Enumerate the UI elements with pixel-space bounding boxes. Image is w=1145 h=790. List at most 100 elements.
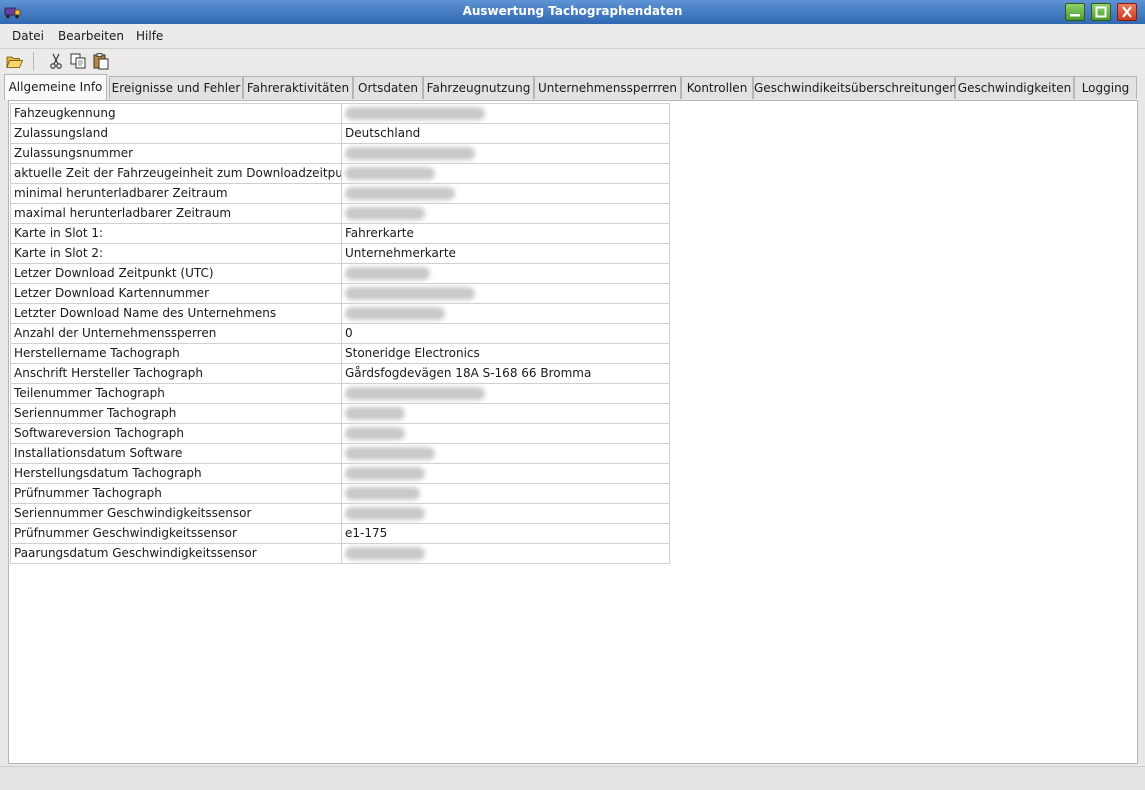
row-value	[341, 543, 670, 564]
row-label: Prüfnummer Tachograph	[10, 483, 342, 504]
row-value	[341, 403, 670, 424]
row-label: Letzter Download Name des Unternehmens	[10, 303, 342, 324]
row-label: Seriennummer Geschwindigkeitssensor	[10, 503, 342, 524]
table-row[interactable]: Zulassungsnummer	[10, 143, 670, 164]
row-value: 0	[341, 323, 670, 344]
row-value	[341, 423, 670, 444]
table-row[interactable]: Letzter Download Name des Unternehmens	[10, 303, 670, 324]
tab-geschwindigkeitsueberschreitungen[interactable]: Geschwindikeitsüberschreitungen	[753, 76, 957, 99]
paste-icon[interactable]	[92, 52, 110, 70]
table-row[interactable]: Letzer Download Zeitpunkt (UTC)	[10, 263, 670, 284]
close-icon	[1122, 6, 1132, 18]
tab-bar: Allgemeine Info Ereignisse und Fehler Fa…	[4, 74, 1138, 100]
table-row[interactable]: maximal herunterladbarer Zeitraum	[10, 203, 670, 224]
toolbar-separator	[33, 52, 34, 71]
row-value: Stoneridge Electronics	[341, 343, 670, 364]
row-value	[341, 203, 670, 224]
row-value: Deutschland	[341, 123, 670, 144]
table-row[interactable]: Fahzeugkennung	[10, 103, 670, 124]
row-label: Teilenummer Tachograph	[10, 383, 342, 404]
row-value: e1-175	[341, 523, 670, 544]
row-label: Paarungsdatum Geschwindigkeitssensor	[10, 543, 342, 564]
row-label: Herstellungsdatum Tachograph	[10, 463, 342, 484]
table-row[interactable]: minimal herunterladbarer Zeitraum	[10, 183, 670, 204]
table-row[interactable]: Installationsdatum Software	[10, 443, 670, 464]
cut-icon[interactable]	[47, 52, 65, 70]
row-value: Gårdsfogdevägen 18A S-168 66 Bromma	[341, 363, 670, 384]
redacted-value	[345, 287, 475, 300]
row-value: Fahrerkarte	[341, 223, 670, 244]
row-label: Anschrift Hersteller Tachograph	[10, 363, 342, 384]
row-label: Softwareversion Tachograph	[10, 423, 342, 444]
row-value	[341, 263, 670, 284]
table-row[interactable]: Prüfnummer Tachograph	[10, 483, 670, 504]
row-label: Installationsdatum Software	[10, 443, 342, 464]
menu-datei[interactable]: Datei	[12, 29, 44, 43]
copy-icon[interactable]	[69, 52, 87, 70]
table-row[interactable]: Herstellungsdatum Tachograph	[10, 463, 670, 484]
info-panel: Fahzeugkennung Zulassungsland Deutschland Z…	[8, 100, 1138, 764]
table-row[interactable]: Anzahl der Unternehmenssperren 0	[10, 323, 670, 344]
row-label: aktuelle Zeit der Fahrzeugeinheit zum Do…	[10, 163, 342, 184]
row-label: minimal herunterladbarer Zeitraum	[10, 183, 342, 204]
tab-logging[interactable]: Logging	[1074, 76, 1137, 99]
tab-ereignisse-und-fehler[interactable]: Ereignisse und Fehler	[109, 76, 243, 99]
minimize-button[interactable]	[1065, 3, 1085, 21]
menu-bearbeiten[interactable]: Bearbeiten	[58, 29, 124, 43]
table-row[interactable]: Zulassungsland Deutschland	[10, 123, 670, 144]
row-label: Herstellername Tachograph	[10, 343, 342, 364]
table-row[interactable]: Karte in Slot 2: Unternehmerkarte	[10, 243, 670, 264]
tab-kontrollen[interactable]: Kontrollen	[681, 76, 753, 99]
row-value	[341, 383, 670, 404]
tab-geschwindigkeiten[interactable]: Geschwindigkeiten	[955, 76, 1074, 99]
table-row[interactable]: Softwareversion Tachograph	[10, 423, 670, 444]
row-value	[341, 503, 670, 524]
table-row[interactable]: aktuelle Zeit der Fahrzeugeinheit zum Do…	[10, 163, 670, 184]
maximize-icon	[1095, 6, 1107, 18]
row-label: Prüfnummer Geschwindigkeitssensor	[10, 523, 342, 544]
close-button[interactable]	[1117, 3, 1137, 21]
redacted-value	[345, 467, 425, 480]
table-row[interactable]: Paarungsdatum Geschwindigkeitssensor	[10, 543, 670, 564]
title-bar[interactable]: Auswertung Tachographendaten	[0, 0, 1145, 24]
minimize-icon	[1070, 14, 1080, 17]
menu-hilfe[interactable]: Hilfe	[136, 29, 163, 43]
tab-allgemeine-info[interactable]: Allgemeine Info	[4, 74, 107, 100]
table-row[interactable]: Letzer Download Kartennummer	[10, 283, 670, 304]
row-value	[341, 103, 670, 124]
table-row[interactable]: Herstellername Tachograph Stoneridge Elec…	[10, 343, 670, 364]
row-value: Unternehmerkarte	[341, 243, 670, 264]
row-label: Karte in Slot 2:	[10, 243, 342, 264]
redacted-value	[345, 447, 435, 460]
redacted-value	[345, 427, 405, 440]
row-label: Karte in Slot 1:	[10, 223, 342, 244]
table-row[interactable]: Prüfnummer Geschwindigkeitssensor e1-175	[10, 523, 670, 544]
tab-fahrzeugnutzung[interactable]: Fahrzeugnutzung	[423, 76, 534, 99]
table-row[interactable]: Teilenummer Tachograph	[10, 383, 670, 404]
table-row[interactable]: Anschrift Hersteller Tachograph Gårdsfogd…	[10, 363, 670, 384]
toolbar	[0, 49, 1145, 74]
row-value	[341, 163, 670, 184]
tab-ortsdaten[interactable]: Ortsdaten	[353, 76, 423, 99]
tab-fahreraktivitaeten[interactable]: Fahreraktivitäten	[243, 76, 353, 99]
table-row[interactable]: Seriennummer Tachograph	[10, 403, 670, 424]
maximize-button[interactable]	[1091, 3, 1111, 21]
redacted-value	[345, 507, 425, 520]
redacted-value	[345, 307, 445, 320]
redacted-value	[345, 107, 485, 120]
table-row[interactable]: Karte in Slot 1: Fahrerkarte	[10, 223, 670, 244]
open-folder-icon[interactable]	[6, 52, 24, 70]
row-label: Fahzeugkennung	[10, 103, 342, 124]
redacted-value	[345, 547, 425, 560]
table-row[interactable]: Seriennummer Geschwindigkeitssensor	[10, 503, 670, 524]
row-label: Zulassungsnummer	[10, 143, 342, 164]
status-bar	[0, 766, 1145, 790]
tab-unternehmenssperren[interactable]: Unternehmenssperrren	[534, 76, 681, 99]
redacted-value	[345, 167, 435, 180]
row-label: Seriennummer Tachograph	[10, 403, 342, 424]
row-value	[341, 483, 670, 504]
redacted-value	[345, 407, 405, 420]
redacted-value	[345, 387, 485, 400]
menu-bar: Datei Bearbeiten Hilfe	[0, 24, 1145, 49]
row-label: Anzahl der Unternehmenssperren	[10, 323, 342, 344]
